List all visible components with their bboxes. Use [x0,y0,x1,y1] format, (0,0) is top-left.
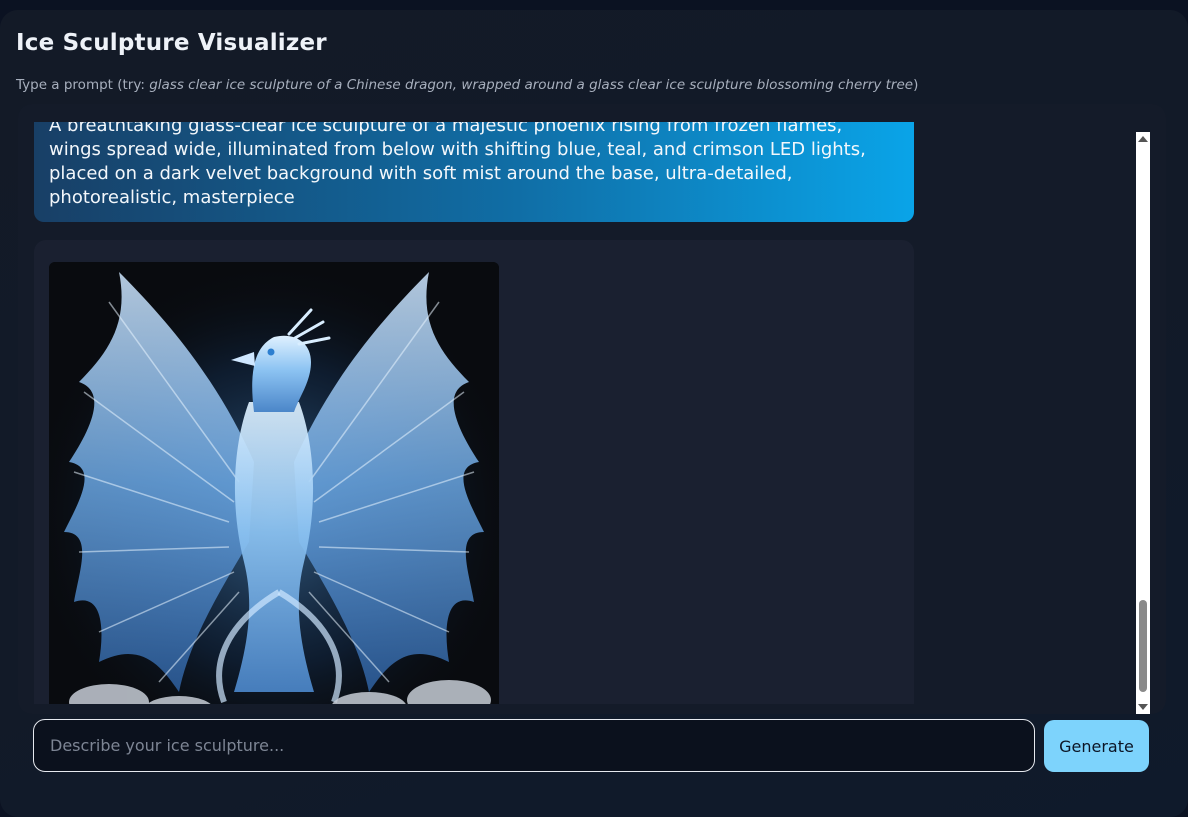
hint-prefix: Type a prompt (try: [16,77,150,93]
generate-button[interactable]: Generate [1044,720,1149,772]
hint-suffix: ) [913,77,919,93]
chat-scrollbar[interactable] [1136,132,1150,714]
generated-image [49,262,499,704]
prompt-input[interactable] [33,719,1035,772]
page-title: Ice Sculpture Visualizer [16,30,327,56]
prompt-hint: Type a prompt (try: glass clear ice scul… [16,77,918,93]
scroll-down-arrow-icon[interactable] [1136,700,1150,714]
scrollbar-thumb[interactable] [1139,600,1147,692]
chat-panel: A breathtaking glass-clear ice sculpture… [18,104,1166,714]
hint-example: glass clear ice sculpture of a Chinese d… [149,77,914,93]
assistant-message [34,240,914,704]
chat-history[interactable]: A breathtaking glass-clear ice sculpture… [18,122,1150,704]
user-message: A breathtaking glass-clear ice sculpture… [34,122,914,222]
app-container: Ice Sculpture Visualizer Type a prompt (… [0,10,1188,817]
scroll-up-arrow-icon[interactable] [1136,132,1150,146]
